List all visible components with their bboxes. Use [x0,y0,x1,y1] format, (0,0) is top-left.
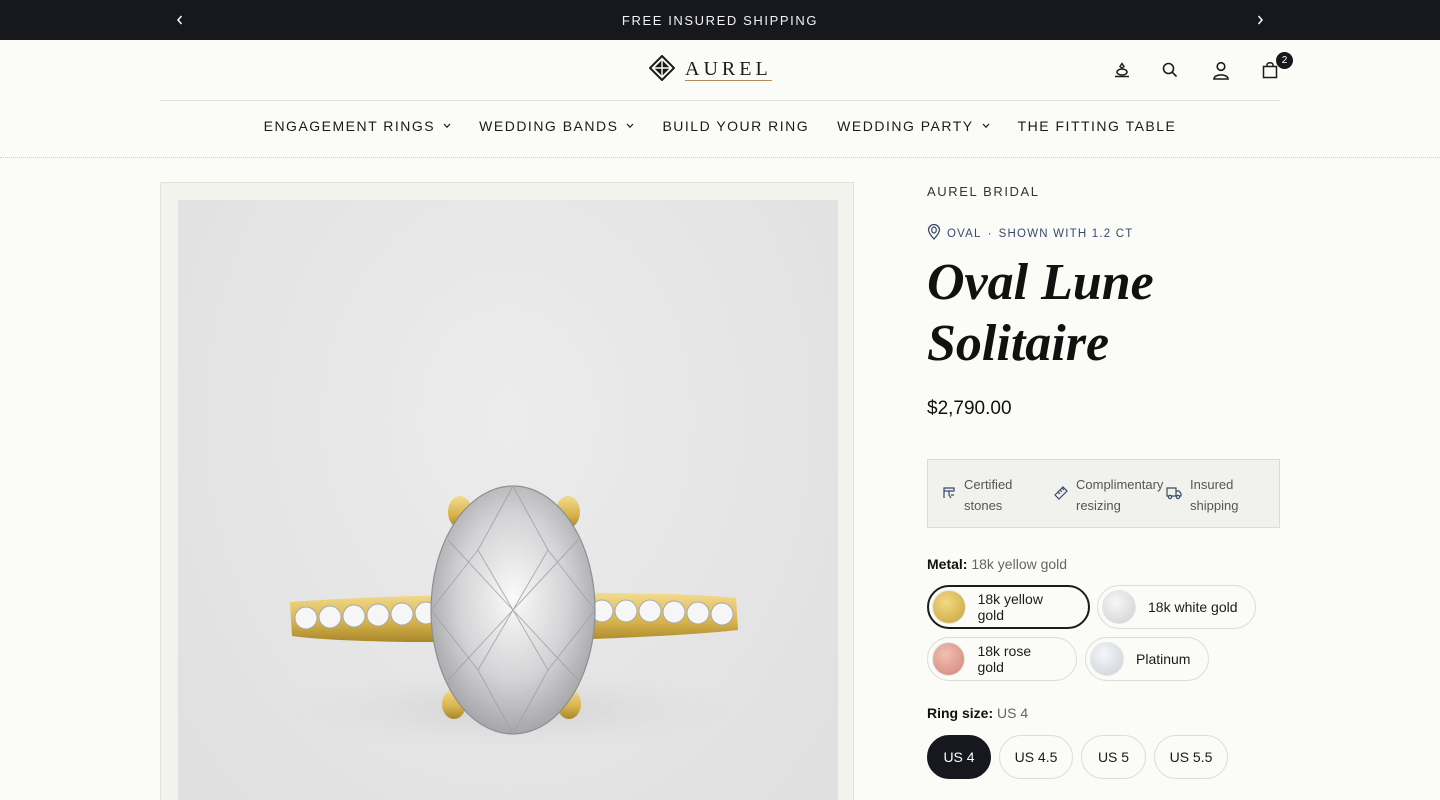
nav-the-fitting-table[interactable]: THE FITTING TABLE [1018,118,1177,134]
product-title-line2: Solitaire [927,315,1110,372]
header-divider [160,100,1280,101]
ring-sizer-icon[interactable] [1110,58,1134,82]
product-price: $2,790.00 [927,398,1012,419]
metal-label: Metal: [927,556,968,572]
metal-option-label: 18k yellow gold [977,591,1043,623]
metal-label-row: Metal: 18k yellow gold [927,556,1067,572]
product-brand: AUREL BRIDAL [927,184,1040,199]
product-title: Oval Lune Solitaire [927,252,1280,374]
logo-wordmark: AUREL [685,58,772,81]
announcement-bar: FREE INSURED SHIPPING [0,0,1440,40]
product-title-line1: Oval Lune [927,254,1154,311]
metal-option-rose-gold[interactable]: 18k rose gold [927,637,1077,681]
size-label-row: Ring size: US 4 [927,705,1028,721]
cart-icon[interactable]: 2 [1258,52,1293,82]
logo[interactable]: AUREL [648,54,772,86]
product-image[interactable] [178,200,838,800]
perk-certified: Certified stones [942,474,1012,516]
metal-option-white-gold[interactable]: 18k white gold [1097,585,1256,629]
nav-build-your-ring[interactable]: BUILD YOUR RING [662,118,809,134]
size-option-us-4-5[interactable]: US 4.5 [999,735,1073,779]
meta-separator: · [987,227,993,240]
metal-option-label: 18k rose gold [977,643,1032,675]
nav-label: WEDDING BANDS [479,118,619,134]
perk-line2: resizing [1076,498,1121,513]
perk-line1: Certified [964,477,1013,492]
nav-label: BUILD YOUR RING [662,118,810,134]
nav-label: THE FITTING TABLE [1017,118,1177,134]
perk-line2: shipping [1190,498,1239,513]
account-icon[interactable] [1209,58,1233,82]
swatch-platinum [1090,642,1124,676]
metal-selected-value: 18k yellow gold [971,556,1068,572]
perks-box: Certified stones Complimentary resizing [927,459,1280,528]
ruler-icon [1054,485,1068,516]
perk-resizing: Complimentary resizing [1054,474,1163,516]
nav-label: WEDDING PARTY [837,118,974,134]
product-shown-with: SHOWN WITH 1.2 CT [998,227,1134,240]
metal-option-label: Platinum [1136,651,1191,667]
announcement-text: FREE INSURED SHIPPING [621,12,819,28]
chevron-right-icon[interactable] [1251,11,1269,29]
swatch-rose-gold [932,642,966,676]
size-selected-value: US 4 [997,705,1029,721]
product-meta: OVAL · SHOWN WITH 1.2 CT [927,223,1134,243]
swatch-white-gold [1102,590,1136,624]
product-gallery [160,182,854,800]
chevron-down-icon [982,123,990,129]
size-label: Ring size: [927,705,994,721]
metal-option-label: 18k white gold [1148,599,1238,615]
chevron-down-icon [443,123,451,129]
size-option-us-4[interactable]: US 4 [927,735,991,779]
perk-text: Insured shipping [1190,474,1238,516]
perk-shipping: Insured shipping [1166,474,1238,516]
cart-count-badge: 2 [1276,52,1293,69]
nav-divider [0,156,1440,158]
metal-option-platinum[interactable]: Platinum [1085,637,1209,681]
nav-wedding-party[interactable]: WEDDING PARTY [837,118,990,134]
certificate-icon [942,485,956,516]
chevron-left-icon[interactable] [171,11,189,29]
logo-diamond-icon [648,54,676,86]
chevron-down-icon [626,123,634,129]
truck-icon [1166,485,1182,516]
perk-text: Certified stones [964,474,1012,516]
nav-wedding-bands[interactable]: WEDDING BANDS [479,118,634,134]
perk-line1: Complimentary [1076,477,1164,492]
metal-option-yellow-gold[interactable]: 18k yellow gold [927,585,1090,629]
perk-text: Complimentary resizing [1076,474,1163,516]
size-option-us-5-5[interactable]: US 5.5 [1154,735,1228,779]
swatch-yellow-gold [932,590,966,624]
nav-engagement-rings[interactable]: ENGAGEMENT RINGS [264,118,452,134]
perk-line2: stones [964,498,1003,513]
size-option-us-5[interactable]: US 5 [1081,735,1146,779]
search-icon[interactable] [1158,58,1182,82]
main-nav: ENGAGEMENT RINGS WEDDING BANDS BUILD YOU… [0,118,1440,134]
perk-line1: Insured [1190,477,1234,492]
site-header: AUREL 2 ENGAGEMENT RINGS WEDDING BANDS B… [0,40,1440,158]
nav-label: ENGAGEMENT RINGS [263,118,436,134]
location-pin-icon [927,223,941,243]
product-shape: OVAL [947,227,982,240]
